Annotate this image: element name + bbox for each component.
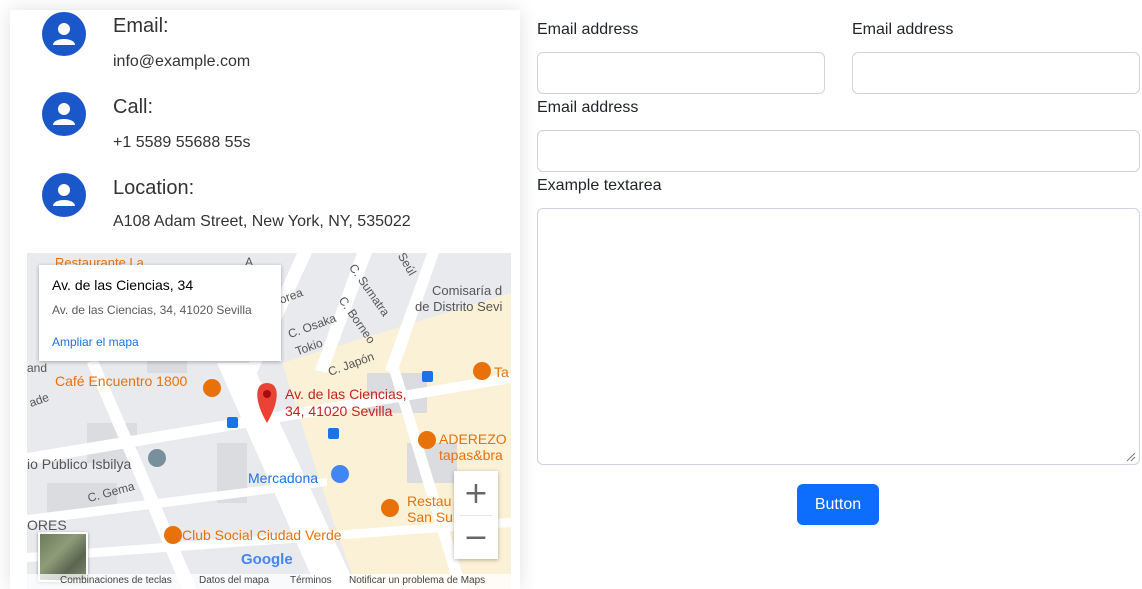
map-zoom-control: + −	[454, 471, 498, 559]
email-label-1: Email address	[537, 21, 639, 38]
map-label-mercadona: Mercadona	[248, 470, 319, 486]
email-input-1[interactable]	[537, 52, 825, 94]
popup-title: Av. de las Ciencias, 34	[52, 277, 194, 293]
keyboard-shortcuts-link[interactable]: Combinaciones de teclas	[60, 575, 172, 586]
map-label-aderezo-2: tapas&bra	[439, 447, 503, 463]
location-value: A108 Adam Street, New York, NY, 535022	[113, 213, 411, 230]
map-label-pin-2: 34, 41020 Sevilla	[285, 403, 393, 419]
zoom-in-button[interactable]: +	[454, 471, 498, 515]
embedded-map[interactable]: Restaurante La Comisaría d de Distrito S…	[27, 253, 511, 589]
map-label-street-and: and	[27, 361, 48, 375]
call-value: +1 5589 55688 55s	[113, 134, 251, 151]
email-input-2[interactable]	[852, 52, 1140, 94]
map-label-cafe: Café Encuentro 1800	[55, 373, 188, 389]
map-label-club: Club Social Ciudad Verde	[182, 527, 342, 543]
map-label-restau-2: San Su	[407, 509, 453, 525]
person-icon	[42, 12, 86, 56]
google-logo: Google	[241, 551, 293, 568]
person-icon	[42, 173, 86, 217]
contact-card: Email: info@example.com Call: +1 5589 55…	[10, 10, 520, 589]
resize-handle-icon[interactable]	[1126, 452, 1136, 462]
textarea-label: Example textarea	[537, 177, 662, 194]
map-label-t: Ta	[494, 364, 509, 380]
map-data-link[interactable]: Datos del mapa	[199, 575, 269, 586]
map-info-popup: Av. de las Ciencias, 34 Av. de las Cienc…	[39, 265, 281, 361]
map-label-comisaria-2: de Distrito Sevi	[415, 299, 503, 314]
map-label-aderezo: ADEREZO	[439, 431, 507, 447]
call-title: Call:	[113, 96, 154, 118]
map-label-restau: Restau	[407, 493, 452, 509]
person-icon	[42, 92, 86, 136]
map-label-pin: Av. de las Ciencias,	[285, 386, 407, 402]
google-logo-text: Google	[241, 551, 293, 568]
example-textarea[interactable]	[537, 208, 1140, 465]
map-label-comisaria: Comisaría d	[432, 283, 503, 298]
map-attribution-bar: Combinaciones de teclas Datos del mapa T…	[27, 574, 511, 589]
terms-link[interactable]: Términos	[290, 575, 332, 586]
zoom-out-button[interactable]: −	[454, 515, 498, 559]
report-problem-link[interactable]: Notificar un problema de Maps	[349, 575, 485, 586]
email-title: Email:	[113, 15, 169, 37]
popup-address: Av. de las Ciencias, 34, 41020 Sevilla	[52, 303, 252, 317]
email-label-2: Email address	[852, 21, 954, 38]
map-label-publico: io Público Isbilya	[27, 456, 132, 472]
location-title: Location:	[113, 177, 195, 199]
email-label-3: Email address	[537, 99, 639, 116]
email-value: info@example.com	[113, 53, 251, 70]
enlarge-map-link[interactable]: Ampliar el mapa	[52, 335, 139, 349]
submit-button[interactable]: Button	[797, 484, 879, 525]
map-label-ores: ORES	[27, 517, 67, 533]
email-input-3[interactable]	[537, 130, 1140, 172]
